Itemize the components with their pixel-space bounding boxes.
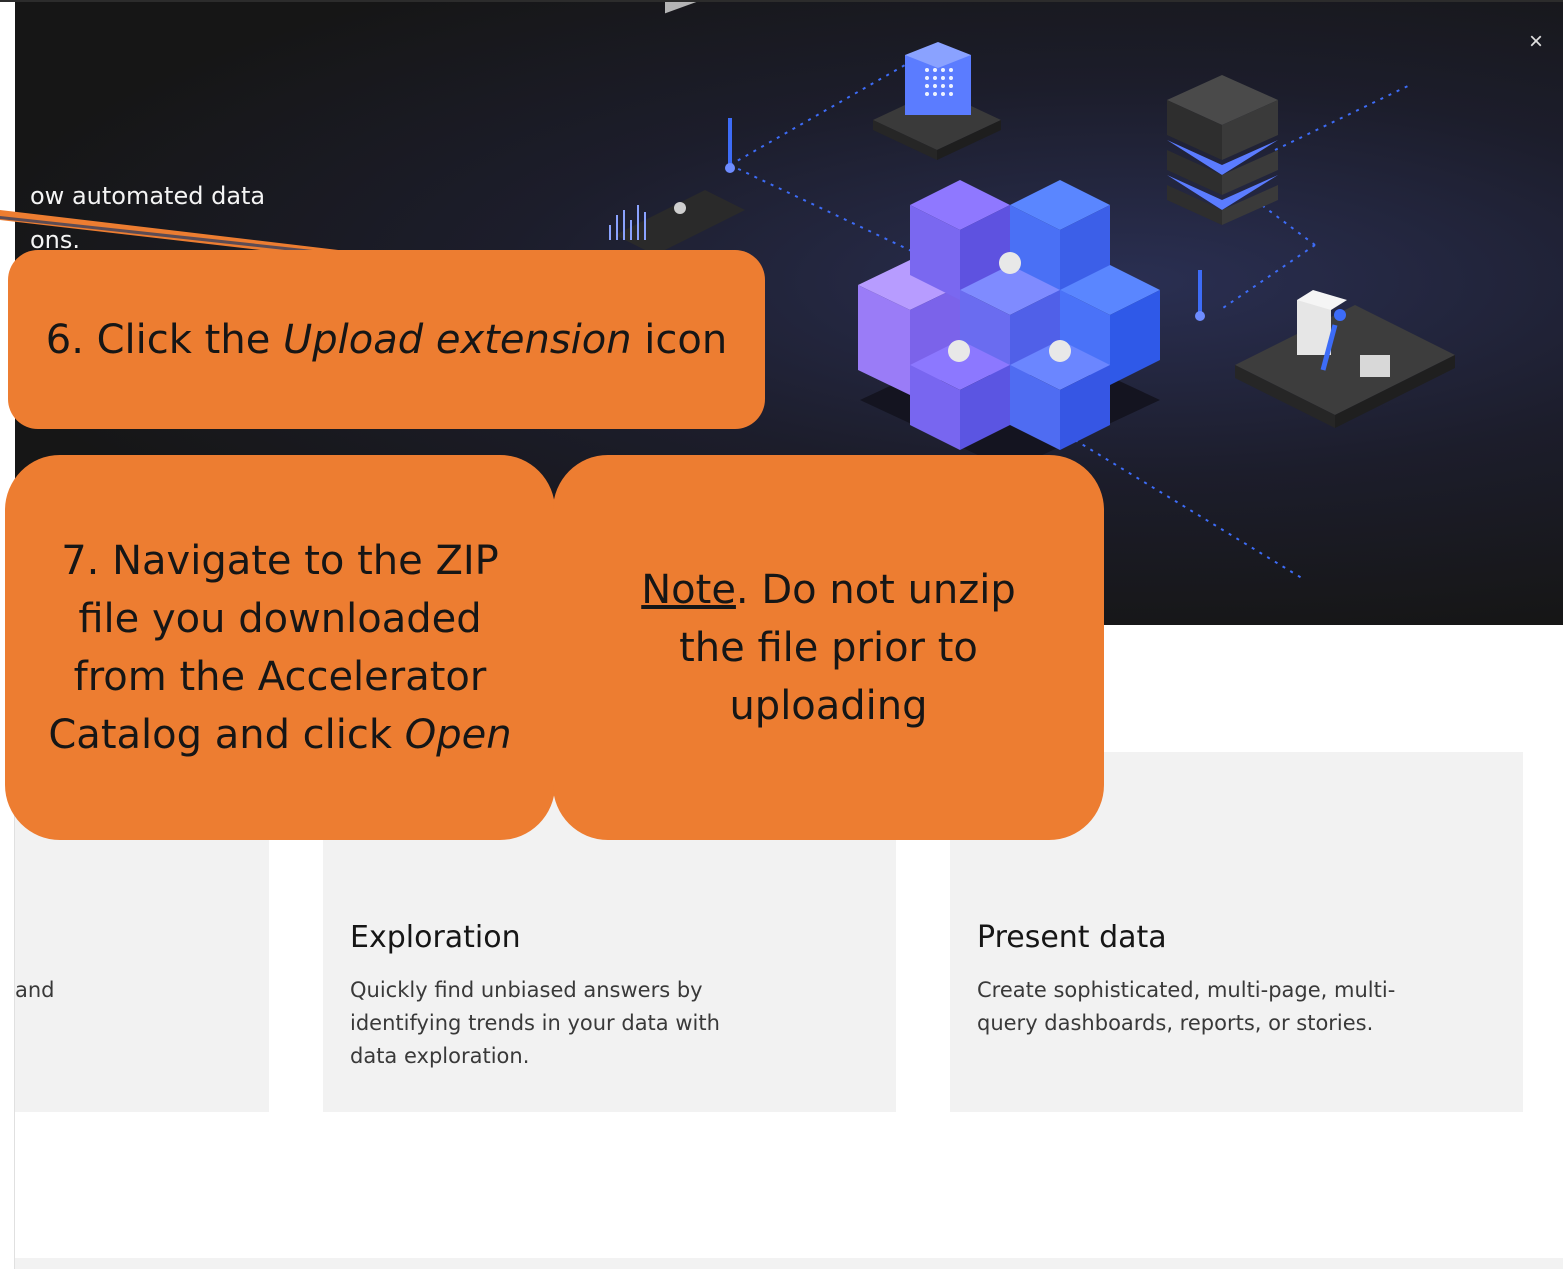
callout-step-6-text: 6. Click the Upload extension icon	[45, 316, 728, 363]
callout-note: Note. Do not unzip the file prior to upl…	[553, 455, 1104, 840]
callout-step-7-text: 7. Navigate to the ZIP file you download…	[48, 537, 512, 758]
callout-note-text: Note. Do not unzip the file prior to upl…	[641, 566, 1016, 729]
callout-step-7: 7. Navigate to the ZIP file you download…	[5, 455, 555, 840]
callout-step-6: 6. Click the Upload extension icon	[8, 250, 765, 429]
